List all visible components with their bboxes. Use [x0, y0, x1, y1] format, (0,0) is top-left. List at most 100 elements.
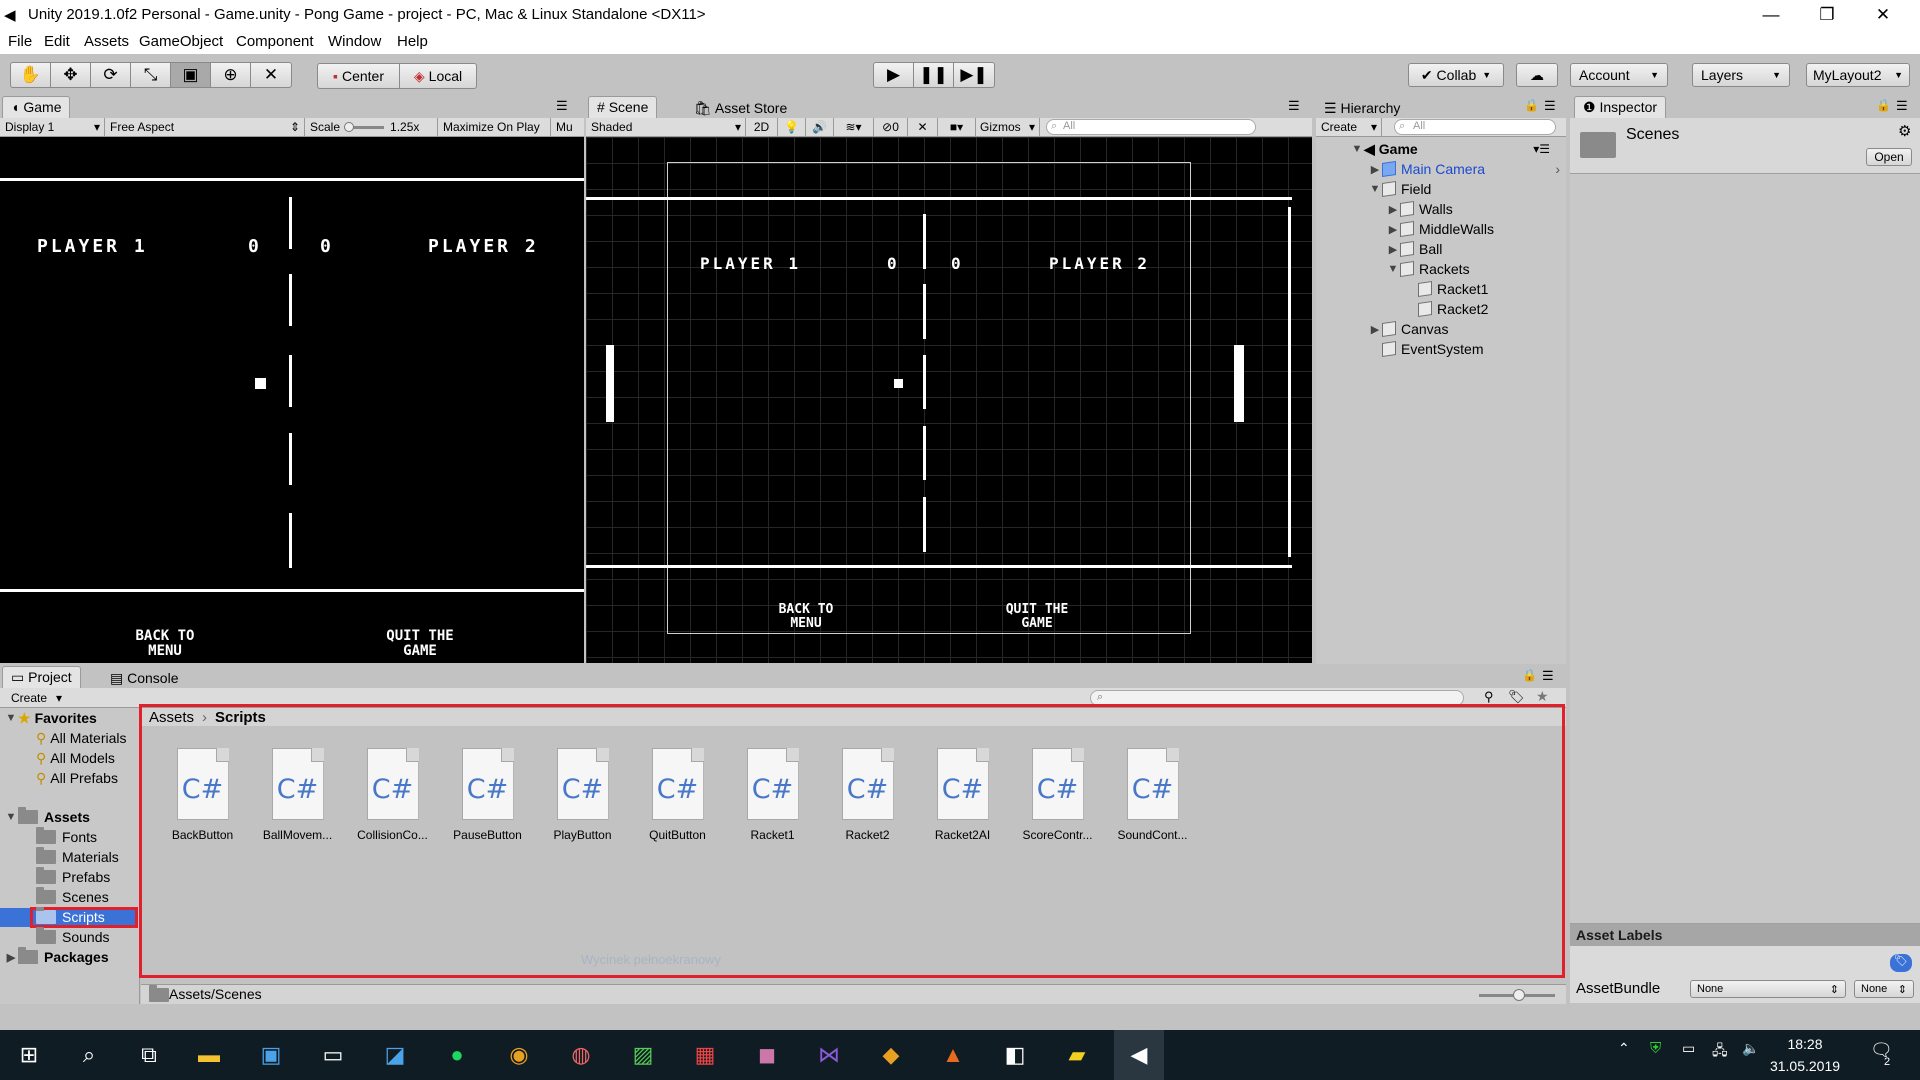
hierarchy-item-rackets[interactable]: ▼ Rackets [1386, 259, 1470, 279]
unity-hub-icon[interactable]: ◧ [990, 1030, 1040, 1080]
aspect-dropdown[interactable]: Free Aspect ⇕ [105, 118, 305, 136]
tab-game[interactable]: ◖ Game [2, 96, 71, 118]
folder-prefabs[interactable]: Prefabs [36, 867, 110, 887]
hand-tool-icon[interactable]: ✋ [11, 63, 51, 87]
icon-size-slider[interactable] [1479, 989, 1555, 1001]
panel-menu-icon[interactable]: ☰ [1542, 668, 1554, 684]
gear-icon[interactable]: ⚙ [1898, 122, 1911, 140]
gizmos-dropdown[interactable]: Gizmos ▾ [976, 118, 1040, 136]
terminal-icon[interactable]: ▭ [308, 1030, 358, 1080]
hierarchy-item-ball[interactable]: ▶ Ball [1386, 239, 1443, 259]
layout-dropdown[interactable]: MyLayout2 ▼ [1806, 63, 1910, 87]
mode-2d-toggle[interactable]: 2D [746, 118, 778, 136]
back-to-menu-button[interactable]: BACK TO MENU [756, 603, 856, 631]
collab-button[interactable]: ✔ Collab ▼ [1408, 63, 1504, 87]
tab-scene[interactable]: # Scene [588, 96, 658, 118]
hierarchy-item-racket1[interactable]: Racket1 [1418, 279, 1488, 299]
menu-help[interactable]: Help [397, 33, 428, 50]
step-button-icon[interactable]: ▶❚ [954, 63, 994, 87]
asset-variant-dropdown[interactable]: None ⇕ [1854, 980, 1914, 998]
local-toggle[interactable]: ◈ Local [400, 64, 476, 88]
mute-toggle[interactable]: Mu [551, 118, 584, 136]
taskbar-time[interactable]: 18:28 [1770, 1036, 1840, 1052]
visual-studio-icon[interactable]: ⋈ [804, 1030, 854, 1080]
lock-icon[interactable]: 🔒 [1524, 98, 1539, 112]
scale-slider[interactable]: Scale 1.25x [305, 118, 438, 136]
open-button[interactable]: Open [1866, 148, 1912, 166]
scene-root[interactable]: ▼ ◀ Game ▾☰ [1350, 139, 1566, 159]
scene-tools-icon[interactable]: ✕ [908, 118, 938, 136]
rider-icon[interactable]: ◼ [742, 1030, 792, 1080]
menu-file[interactable]: File [8, 33, 32, 50]
unity-editor-icon[interactable]: ◀ [1114, 1030, 1164, 1080]
transform-tool-icon[interactable]: ⊕ [211, 63, 251, 87]
windows-start-icon[interactable]: ⊞ [4, 1030, 54, 1080]
hierarchy-item-racket2[interactable]: Racket2 [1418, 299, 1488, 319]
favorite-all-models[interactable]: ⚲ All Models [36, 748, 115, 768]
folder-fonts[interactable]: Fonts [36, 827, 97, 847]
rotate-tool-icon[interactable]: ⟳ [91, 63, 131, 87]
back-to-menu-button[interactable]: BACK TO MENU [110, 629, 220, 659]
spotify-icon[interactable]: ● [432, 1030, 482, 1080]
favorite-all-materials[interactable]: ⚲ All Materials [36, 728, 127, 748]
panel-menu-icon[interactable]: ☰ [1544, 98, 1556, 114]
hierarchy-search-input[interactable]: ⌕ All [1394, 119, 1556, 135]
camera-icon[interactable]: ■▾ [938, 118, 976, 136]
layers-dropdown[interactable]: Layers ▼ [1692, 63, 1790, 87]
hierarchy-item-field[interactable]: ▼ Field [1368, 179, 1432, 199]
tab-inspector[interactable]: ❶ Inspector [1574, 96, 1667, 118]
panel-menu-icon[interactable]: ☰ [1896, 98, 1908, 114]
battery-icon[interactable]: ▭ [1682, 1040, 1695, 1057]
file-explorer-icon[interactable]: ▬ [184, 1030, 234, 1080]
menu-assets[interactable]: Assets [84, 33, 129, 50]
tab-hierarchy[interactable]: ☰ Hierarchy [1316, 98, 1409, 120]
network-icon[interactable]: 🖧 [1712, 1040, 1728, 1064]
project-create-dropdown[interactable]: Create ▾ [6, 689, 66, 707]
notepad-icon[interactable]: ▨ [618, 1030, 668, 1080]
folder-materials[interactable]: Materials [36, 847, 119, 867]
chevron-up-icon[interactable]: ⌃ [1618, 1040, 1630, 1057]
scale-tool-icon[interactable]: ⤡ [131, 63, 171, 87]
app-icon[interactable]: ◍ [556, 1030, 606, 1080]
git-icon[interactable]: ◆ [866, 1030, 916, 1080]
hierarchy-create-dropdown[interactable]: Create ▾ [1316, 118, 1382, 136]
folder-scripts[interactable]: Scripts [36, 907, 105, 927]
game-view[interactable]: PLAYER 1 0 0 PLAYER 2 BACK TO MENU QUIT … [0, 137, 584, 663]
tab-console[interactable]: ▤ Console [102, 668, 187, 690]
effects-icon[interactable]: ≋▾ [834, 118, 874, 136]
volume-icon[interactable]: 🔈 [1742, 1040, 1759, 1057]
scene-view[interactable]: PLAYER 1 0 0 PLAYER 2 BACK TO MENU QUIT … [586, 137, 1312, 663]
asset-bundle-dropdown[interactable]: None ⇕ [1690, 980, 1846, 998]
move-tool-icon[interactable]: ✥ [51, 63, 91, 87]
hierarchy-item-middlewalls[interactable]: ▶ MiddleWalls [1386, 219, 1494, 239]
menu-gameobject[interactable]: GameObject [139, 33, 223, 50]
lock-icon[interactable]: 🔒 [1522, 668, 1537, 682]
shading-dropdown[interactable]: Shaded ▾ [586, 118, 746, 136]
menu-edit[interactable]: Edit [44, 33, 70, 50]
scale-thumb[interactable] [344, 121, 355, 132]
hidden-objects-toggle[interactable]: ⊘ 0 [874, 118, 908, 136]
favorite-star-icon[interactable]: ★ [1536, 688, 1549, 705]
search-icon[interactable]: ⌕ [64, 1030, 114, 1080]
hierarchy-item-canvas[interactable]: ▶ Canvas [1368, 319, 1449, 339]
minimize-button[interactable]: — [1748, 0, 1794, 30]
filter-by-type-icon[interactable]: ⚲ [1484, 689, 1494, 705]
quit-game-button[interactable]: QUIT THE GAME [360, 629, 480, 659]
rect-tool-icon[interactable]: ▣ [171, 63, 211, 87]
scene-menu-icon[interactable]: ▾☰ [1533, 142, 1550, 156]
outlook-icon[interactable]: ▣ [246, 1030, 296, 1080]
tag-icon[interactable]: 🏷 [1890, 954, 1912, 972]
icon-size-thumb[interactable] [1513, 989, 1525, 1001]
packages-node[interactable]: ▶ Packages [4, 947, 109, 967]
quit-game-button[interactable]: QUIT THE GAME [982, 603, 1092, 631]
folder-sounds[interactable]: Sounds [36, 927, 109, 947]
close-button[interactable]: ✕ [1860, 0, 1906, 30]
panel-menu-icon[interactable]: ☰ [556, 98, 568, 114]
account-dropdown[interactable]: Account ▼ [1570, 63, 1668, 87]
scale-track[interactable] [344, 121, 385, 132]
cloud-button[interactable]: ☁ [1516, 63, 1558, 87]
center-toggle[interactable]: ▪ Center [318, 64, 400, 88]
lock-icon[interactable]: 🔒 [1876, 98, 1891, 112]
menu-window[interactable]: Window [328, 33, 381, 50]
app-grid-icon[interactable]: ▦ [680, 1030, 730, 1080]
